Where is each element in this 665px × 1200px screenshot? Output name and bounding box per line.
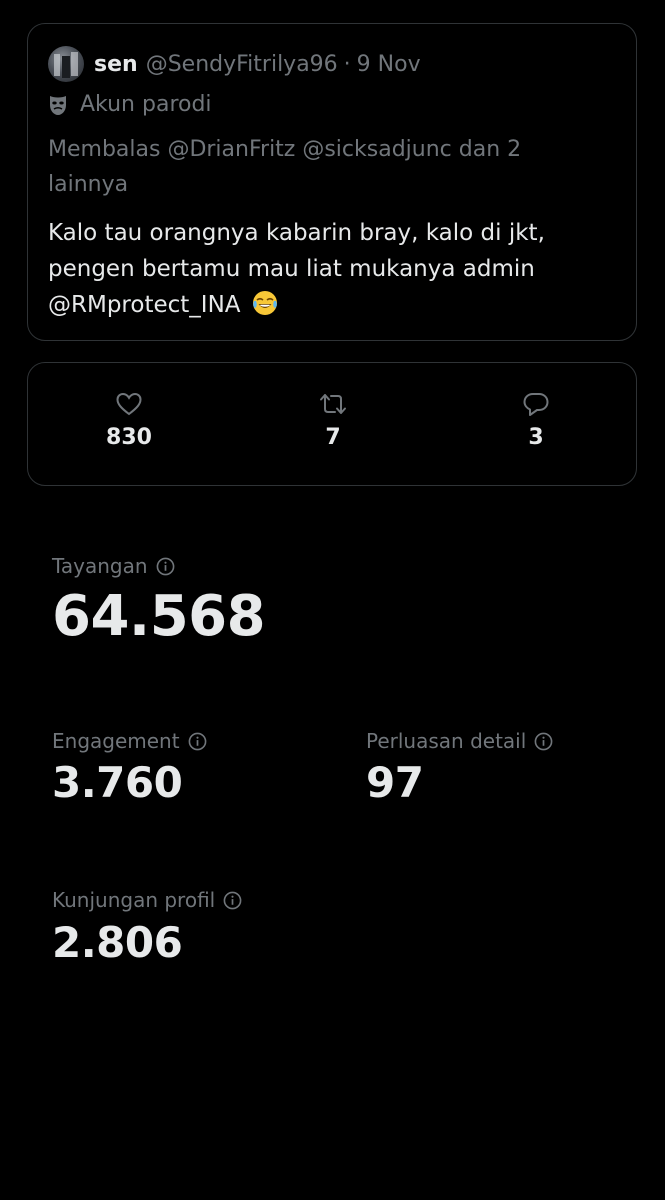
author-row: sen @SendyFitrilya96 · 9 Nov <box>48 46 421 82</box>
parody-mask-icon <box>50 95 66 115</box>
profile-visits-label: Kunjungan profil <box>52 888 216 912</box>
tweet-body: Kalo tau orangnya kabarin bray, kalo di … <box>48 220 545 318</box>
like-stat[interactable]: 830 <box>69 391 189 450</box>
heart-icon <box>116 392 142 416</box>
info-icon[interactable] <box>156 557 175 576</box>
repost-icon <box>320 394 346 414</box>
info-icon[interactable] <box>188 732 207 751</box>
avatar[interactable] <box>48 46 84 82</box>
repost-stat[interactable]: 7 <box>273 391 393 450</box>
post-date[interactable]: 9 Nov <box>357 52 421 77</box>
tweet-text: Kalo tau orangnya kabarin bray, kalo di … <box>48 215 618 323</box>
quoted-tweet-card[interactable]: sen @SendyFitrilya96 · 9 Nov Akun parodi… <box>27 23 637 341</box>
laughing-crying-emoji-icon <box>252 291 277 315</box>
author-handle[interactable]: @SendyFitrilya96 <box>146 52 338 77</box>
views-value: 64.568 <box>52 584 266 649</box>
detail-label-row: Perluasan detail <box>366 729 553 753</box>
engagement-value: 3.760 <box>52 758 183 807</box>
author-name[interactable]: sen <box>94 52 138 77</box>
engagement-card: 830 7 3 <box>27 362 637 486</box>
parody-label: Akun parodi <box>80 92 212 117</box>
like-count: 830 <box>106 425 152 450</box>
reply-count: 3 <box>528 425 544 450</box>
engagement-label: Engagement <box>52 729 180 753</box>
detail-expand-value: 97 <box>366 758 424 807</box>
views-label-row: Tayangan <box>52 554 175 578</box>
reply-icon <box>523 393 549 416</box>
reply-stat[interactable]: 3 <box>476 391 596 450</box>
views-label: Tayangan <box>52 554 148 578</box>
profile-visits-value: 2.806 <box>52 918 183 967</box>
repost-count: 7 <box>325 425 341 450</box>
reply-to-text[interactable]: Membalas @DrianFritz @sicksadjunc dan 2 … <box>48 132 608 202</box>
info-icon[interactable] <box>223 891 242 910</box>
info-icon[interactable] <box>534 732 553 751</box>
profile-visits-label-row: Kunjungan profil <box>52 888 242 912</box>
engagement-label-row: Engagement <box>52 729 207 753</box>
detail-expand-label: Perluasan detail <box>366 729 527 753</box>
parody-label-row: Akun parodi <box>48 92 212 117</box>
meta-separator: · <box>343 51 351 77</box>
